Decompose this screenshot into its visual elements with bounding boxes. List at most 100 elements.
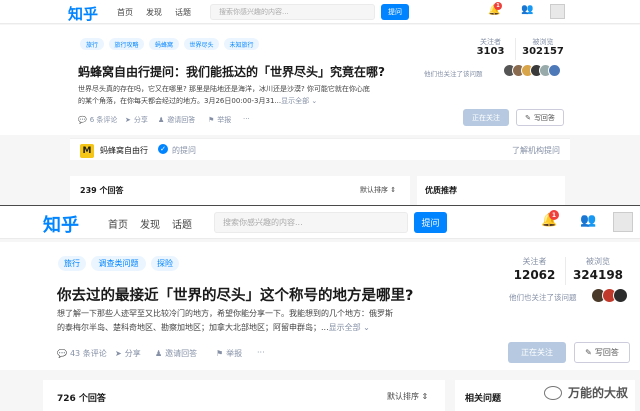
invite-button[interactable]: ♟ 邀请回答 bbox=[158, 115, 195, 125]
tag-chip[interactable]: 未知旅行 bbox=[224, 38, 259, 50]
report-button[interactable]: ⚑ 举报 bbox=[208, 115, 231, 125]
question-card: 旅行 调查类问题 探险 你去过的最接近「世界的尽头」这个称号的地方是哪里? 想了… bbox=[0, 242, 640, 370]
share-button[interactable]: ➤ 分享 bbox=[125, 115, 148, 125]
report-label: 举报 bbox=[217, 116, 232, 124]
comment-icon: 💬 bbox=[78, 116, 87, 124]
notification-badge: 1 bbox=[549, 210, 559, 220]
followers-label: 关注者 bbox=[522, 257, 547, 266]
stat-divider bbox=[565, 257, 566, 285]
bottom-header: 知乎 首页 发现 话题 搜索你感兴趣的内容... 提问 🔔 1 👥 bbox=[0, 206, 640, 239]
question-desc-text: 的某个角落，在你每天都会经过的地方。3月26日00:00-3月31... bbox=[78, 97, 282, 105]
question-desc-line: 想了解一下那些人迹罕至又比较冷门的地方，希望你能分享一下。我能想到的几个地方：俄… bbox=[57, 309, 393, 318]
sort-dropdown[interactable]: 默认排序 ⇕ bbox=[387, 391, 428, 402]
sort-dropdown[interactable]: 默认排序 ⇕ bbox=[360, 185, 396, 195]
top-screenshot: 知乎 首页 发现 话题 搜索你感兴趣的内容... 提问 🔔 1 👥 旅行 旅行攻… bbox=[0, 0, 640, 205]
share-button[interactable]: ➤ 分享 bbox=[115, 348, 141, 359]
write-answer-label: 写回答 bbox=[594, 348, 619, 357]
side-panel-title: 相关问题 bbox=[465, 394, 502, 404]
show-more-link[interactable]: 显示全部 ⌄ bbox=[329, 323, 370, 332]
share-label: 分享 bbox=[133, 116, 148, 124]
followers-count: 3103 bbox=[476, 46, 505, 57]
answers-count: 726 个回答 bbox=[57, 394, 106, 404]
search-input[interactable]: 搜索你感兴趣的内容... bbox=[214, 212, 408, 233]
write-answer-label: 写回答 bbox=[533, 113, 555, 122]
stat-divider bbox=[515, 38, 516, 60]
search-input[interactable]: 搜索你感兴趣的内容... bbox=[210, 4, 375, 20]
write-answer-button[interactable]: ✎ 写回答 bbox=[516, 109, 564, 126]
tag-chip[interactable]: 蚂蜂窝 bbox=[149, 38, 179, 50]
nav-home[interactable]: 首页 bbox=[108, 216, 128, 231]
answers-header: 726 个回答 默认排序 ⇕ bbox=[43, 380, 445, 411]
views-count: 302157 bbox=[522, 46, 564, 57]
zhihu-logo[interactable]: 知乎 bbox=[68, 3, 98, 24]
bottom-screenshot: 知乎 首页 发现 话题 搜索你感兴趣的内容... 提问 🔔 1 👥 旅行 调查类… bbox=[0, 205, 640, 411]
followers-count: 12062 bbox=[513, 268, 556, 282]
question-desc-line: 的泰梅尔半岛、楚科奇地区、勘察加地区；加拿大北部地区；阿留申群岛；...显示全部… bbox=[57, 322, 370, 333]
wechat-icon bbox=[543, 385, 562, 400]
tag-chip[interactable]: 旅行 bbox=[58, 256, 86, 271]
question-card: 旅行 旅行攻略 蚂蜂窝 世界尽头 未知旅行 蚂蜂窝自由行提问：我们能抵达的「世界… bbox=[0, 25, 640, 135]
question-desc-line: 的某个角落，在你每天都会经过的地方。3月26日00:00-3月31...显示全部… bbox=[78, 96, 317, 106]
comments-button[interactable]: 💬 43 条评论 bbox=[57, 348, 107, 359]
invite-label: 邀请回答 bbox=[167, 116, 196, 124]
share-label: 分享 bbox=[124, 349, 141, 358]
watermark: 万能的大叔 bbox=[543, 384, 628, 401]
more-button[interactable]: ··· bbox=[257, 348, 265, 357]
asker-name[interactable]: 蚂蜂窝自由行 bbox=[100, 145, 148, 156]
tag-chip[interactable]: 世界尽头 bbox=[184, 38, 219, 50]
tag-chip[interactable]: 探险 bbox=[151, 256, 179, 271]
friend-avatar[interactable] bbox=[548, 64, 561, 77]
friend-avatar[interactable] bbox=[613, 288, 628, 303]
write-answer-button[interactable]: ✎ 写回答 bbox=[574, 342, 630, 363]
top-header: 知乎 首页 发现 话题 搜索你感兴趣的内容... 提问 🔔 1 👥 bbox=[0, 0, 640, 24]
watermark-text: 万能的大叔 bbox=[567, 386, 628, 400]
ask-button[interactable]: 提问 bbox=[414, 212, 447, 233]
org-question-link[interactable]: 了解机构提问 bbox=[512, 145, 560, 156]
more-button[interactable]: ··· bbox=[243, 115, 250, 123]
follow-button[interactable]: 正在关注 bbox=[463, 109, 509, 126]
flag-icon: ⚑ bbox=[216, 349, 224, 358]
comments-label: 43 条评论 bbox=[69, 349, 107, 358]
nav-topics[interactable]: 话题 bbox=[175, 7, 191, 18]
show-more-link[interactable]: 显示全部 ⌄ bbox=[281, 97, 317, 105]
pen-icon: ✎ bbox=[585, 348, 592, 357]
follow-button[interactable]: 正在关注 bbox=[508, 342, 566, 363]
question-title: 蚂蜂窝自由行提问：我们能抵达的「世界尽头」究竟在哪? bbox=[78, 65, 385, 79]
comments-button[interactable]: 💬 6 条评论 bbox=[78, 115, 117, 125]
ask-button[interactable]: 提问 bbox=[381, 4, 409, 20]
avatar[interactable] bbox=[550, 4, 565, 19]
comment-icon: 💬 bbox=[57, 349, 67, 358]
tag-chip[interactable]: 旅行 bbox=[80, 38, 104, 50]
nav-topics[interactable]: 话题 bbox=[172, 216, 192, 231]
tag-chip[interactable]: 调查类问题 bbox=[91, 256, 146, 271]
views-label: 被浏览 bbox=[586, 257, 610, 266]
share-icon: ➤ bbox=[115, 349, 122, 358]
bell-icon[interactable]: 🔔 1 bbox=[541, 210, 559, 228]
question-desc-line: 世界尽头真的存在吗，它又在哪里? 那里是陆地还是海洋，冰川还是沙漠? 你可能它就… bbox=[78, 85, 370, 93]
nav-home[interactable]: 首页 bbox=[117, 7, 133, 18]
share-icon: ➤ bbox=[125, 116, 131, 124]
nav-explore[interactable]: 发现 bbox=[140, 216, 160, 231]
side-panel-title: 优质推荐 bbox=[425, 186, 457, 195]
side-panel: 优质推荐 bbox=[417, 176, 565, 205]
bell-icon[interactable]: 🔔 1 bbox=[488, 2, 502, 16]
flag-icon: ⚑ bbox=[208, 116, 215, 124]
report-button[interactable]: ⚑ 举报 bbox=[216, 348, 242, 359]
verified-icon: ✓ bbox=[158, 144, 168, 154]
nav-explore[interactable]: 发现 bbox=[146, 7, 162, 18]
views-count: 324198 bbox=[572, 268, 624, 282]
avatar[interactable] bbox=[613, 212, 633, 232]
asker-row: M 蚂蜂窝自由行 ✓ 的提问 了解机构提问 bbox=[70, 138, 570, 160]
mafengwo-logo-icon[interactable]: M bbox=[80, 144, 94, 158]
question-desc-text: 的泰梅尔半岛、楚科奇地区、勘察加地区；加拿大北部地区；阿留申群岛；... bbox=[57, 323, 329, 332]
question-title: 你去过的最接近「世界的尽头」这个称号的地方是哪里? bbox=[57, 288, 414, 304]
invite-icon: ♟ bbox=[158, 116, 165, 124]
tag-chip[interactable]: 旅行攻略 bbox=[109, 38, 144, 50]
comments-label: 6 条评论 bbox=[89, 116, 118, 124]
invite-button[interactable]: ♟ 邀请回答 bbox=[155, 348, 197, 359]
message-icon[interactable]: 👥 bbox=[521, 4, 533, 15]
zhihu-logo[interactable]: 知乎 bbox=[43, 211, 79, 237]
invite-icon: ♟ bbox=[155, 349, 163, 358]
invite-label: 邀请回答 bbox=[165, 349, 198, 358]
message-icon[interactable]: 👥 bbox=[580, 213, 596, 228]
